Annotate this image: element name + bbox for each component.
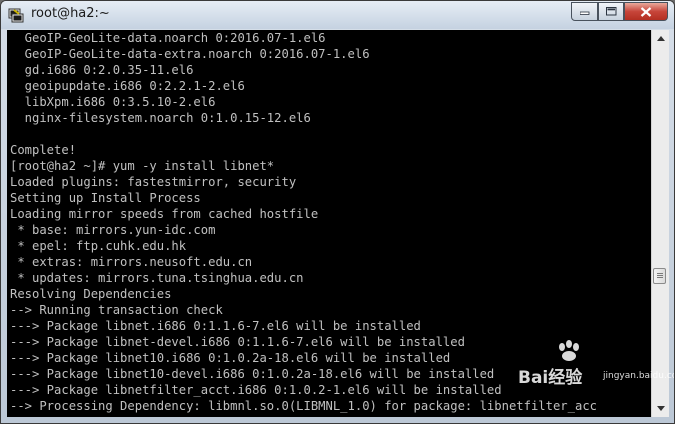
window-title: root@ha2:~ <box>31 6 110 21</box>
close-button[interactable] <box>624 2 668 21</box>
terminal-line: * updates: mirrors.tuna.tsinghua.edu.cn <box>10 271 304 285</box>
terminal-line: * extras: mirrors.neusoft.edu.cn <box>10 255 253 269</box>
terminal-line: Loaded plugins: fastestmirror, security <box>10 175 297 189</box>
baidu-jingyan-watermark: Bai经验 jingyan.baidu.com <box>518 340 674 393</box>
terminal-line: --> Running transaction check <box>10 303 223 317</box>
scrollbar-thumb[interactable] <box>653 268 666 284</box>
maximize-button[interactable] <box>598 2 624 21</box>
terminal-line: GeoIP-GeoLite-data.noarch 0:2016.07-1.el… <box>10 31 326 45</box>
chevron-down-icon <box>656 406 665 411</box>
minimize-button[interactable] <box>571 2 598 21</box>
title-bar[interactable]: root@ha2:~ <box>1 1 674 29</box>
paw-logo-icon <box>559 340 579 361</box>
chevron-up-icon <box>656 36 665 41</box>
vertical-scrollbar[interactable] <box>651 30 669 417</box>
terminal-line: libXpm.i686 0:3.5.10-2.el6 <box>10 95 216 109</box>
putty-terminal-icon[interactable] <box>7 6 25 24</box>
terminal-line: GeoIP-GeoLite-data-extra.noarch 0:2016.0… <box>10 47 370 61</box>
thumb-grip <box>657 277 663 278</box>
terminal-line: Resolving Dependencies <box>10 287 172 301</box>
close-icon <box>640 6 652 17</box>
terminal-line: ---> Package libnet.i686 0:1.1.6-7.el6 w… <box>10 319 421 333</box>
watermark-text: Bai经验 <box>518 368 583 388</box>
minimize-icon <box>579 11 589 15</box>
scroll-up-button[interactable] <box>652 30 669 47</box>
terminal-line: * base: mirrors.yun-idc.com <box>10 223 216 237</box>
terminal-line: [root@ha2 ~]# yum -y install libnet* <box>10 159 275 173</box>
terminal-window: root@ha2:~ GeoIP-GeoLite-data.noarch 0:2… <box>0 0 675 424</box>
watermark-url: jingyan.baidu.com <box>603 371 674 381</box>
window-controls <box>571 2 668 21</box>
terminal-line: geoipupdate.i686 0:2.2.1-2.el6 <box>10 79 245 93</box>
terminal-line: * epel: ftp.cuhk.edu.hk <box>10 239 187 253</box>
thumb-grip <box>657 275 663 276</box>
maximize-icon <box>605 7 616 16</box>
terminal-line: Loading mirror speeds from cached hostfi… <box>10 207 319 221</box>
terminal-line: nginx-filesystem.noarch 0:1.0.15-12.el6 <box>10 111 311 125</box>
scroll-down-button[interactable] <box>652 400 669 417</box>
thumb-grip <box>657 273 663 274</box>
terminal-line: Setting up Install Process <box>10 191 201 205</box>
terminal-line: Complete! <box>10 143 77 157</box>
terminal-line: gd.i686 0:2.0.35-11.el6 <box>10 63 194 77</box>
terminal-line: --> Processing Dependency: libmnl.so.0(L… <box>10 399 597 413</box>
